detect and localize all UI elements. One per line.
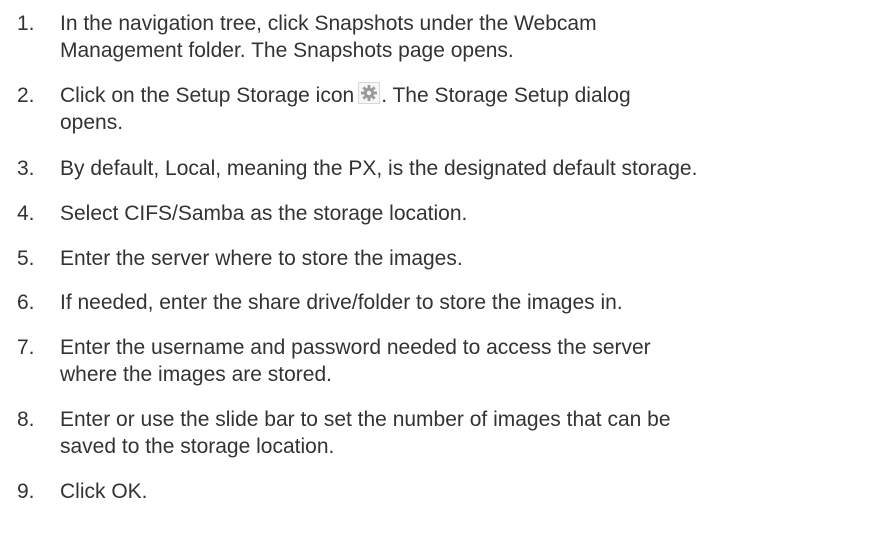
step-text: Select CIFS/Samba as the storage locatio… bbox=[60, 200, 872, 227]
step-text-line: Click on the Setup Storage icon . The St… bbox=[60, 82, 872, 109]
step-number: 9. bbox=[17, 480, 35, 503]
step-number: 4. bbox=[17, 202, 35, 225]
step-text: By default, Local, meaning the PX, is th… bbox=[60, 155, 872, 182]
step-text: Click OK. bbox=[60, 478, 872, 505]
step-text-line: Enter the server where to store the imag… bbox=[60, 247, 463, 270]
step-text-line: Select CIFS/Samba as the storage locatio… bbox=[60, 202, 468, 225]
step-text-line: opens. bbox=[60, 111, 124, 134]
step-text-line: By default, Local, meaning the PX, is th… bbox=[60, 157, 698, 180]
step-text: Enter the server where to store the imag… bbox=[60, 245, 872, 272]
step-text-line: Click OK. bbox=[60, 480, 148, 503]
step-text-line: In the navigation tree, click Snapshots … bbox=[60, 12, 597, 35]
step-text-line: Enter the username and password needed t… bbox=[60, 336, 651, 359]
step-text: Enter or use the slide bar to set the nu… bbox=[60, 406, 872, 460]
step-number: 7. bbox=[17, 336, 35, 359]
step-text-before-icon: Click on the Setup Storage icon bbox=[60, 84, 355, 107]
step-text-line: If needed, enter the share drive/folder … bbox=[60, 291, 623, 314]
step-number: 1. bbox=[17, 12, 35, 35]
step-text: Click on the Setup Storage icon . The St… bbox=[60, 82, 872, 136]
step-text: Enter the username and password needed t… bbox=[60, 334, 872, 388]
step-number: 2. bbox=[17, 84, 35, 107]
step-number: 8. bbox=[17, 408, 35, 431]
step-text-line: Management folder. The Snapshots page op… bbox=[60, 39, 514, 62]
step-text-line: Enter or use the slide bar to set the nu… bbox=[60, 408, 671, 431]
step-text-line: where the images are stored. bbox=[60, 363, 332, 386]
step-text: If needed, enter the share drive/folder … bbox=[60, 289, 872, 316]
step-text-line: saved to the storage location. bbox=[60, 435, 335, 458]
step-text: In the navigation tree, click Snapshots … bbox=[60, 10, 872, 64]
step-number: 5. bbox=[17, 247, 35, 270]
step-text-after-icon: . The Storage Setup dialog bbox=[381, 84, 631, 107]
setup-storage-gear-icon bbox=[358, 82, 381, 104]
step-number: 3. bbox=[17, 157, 35, 180]
step-number: 6. bbox=[17, 291, 35, 314]
